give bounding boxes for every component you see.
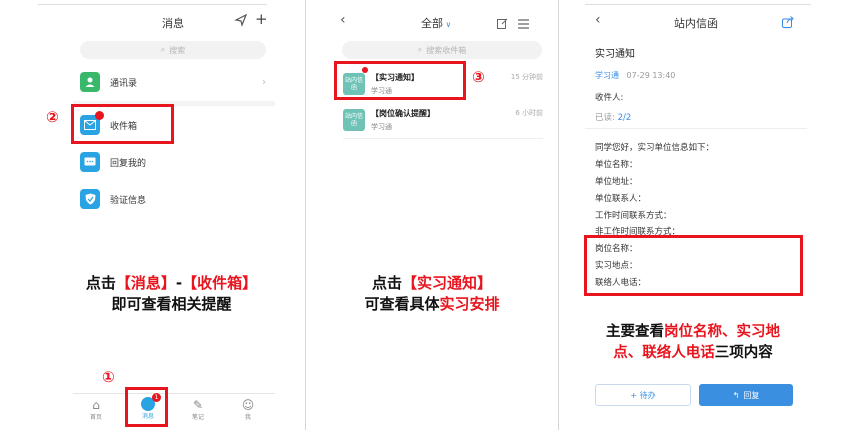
send-icon[interactable] bbox=[234, 12, 248, 31]
person-icon: ☺ bbox=[241, 398, 255, 412]
letter-subject: 实习通知 bbox=[595, 49, 635, 60]
contacts-icon bbox=[80, 72, 100, 92]
body-line: 工作时间联系方式： bbox=[595, 211, 672, 221]
page-title: 站内信函 bbox=[674, 17, 718, 30]
compose-icon[interactable] bbox=[497, 14, 508, 33]
tab-home[interactable]: ⌂ 首页 bbox=[84, 398, 108, 421]
body-line: 单位地址： bbox=[595, 177, 638, 187]
chevron-down-icon: ∨ bbox=[443, 20, 452, 29]
instruction-caption: 主要查看岗位名称、实习地 点、联络人电话三项内容 bbox=[559, 322, 827, 364]
step-marker: ① bbox=[102, 368, 115, 386]
search-placeholder: 搜索收件箱 bbox=[426, 45, 467, 55]
chat-icon bbox=[80, 152, 100, 172]
instruction-caption: 点击【实习通知】 可查看具体实习安排 bbox=[306, 273, 558, 315]
caption-line: 点、联络人电话三项内容 bbox=[613, 345, 773, 361]
home-icon: ⌂ bbox=[92, 398, 100, 412]
read-status[interactable]: 已读: 2/2 bbox=[595, 111, 631, 123]
highlight-box bbox=[71, 104, 174, 144]
highlight-box bbox=[334, 61, 466, 100]
caption-line: 即可查看相关提醒 bbox=[111, 295, 232, 313]
search-icon: ⌕ bbox=[417, 45, 423, 54]
back-icon[interactable]: ‹ bbox=[340, 12, 346, 28]
step-marker: ③ bbox=[472, 68, 485, 86]
message-time: 6 小时前 bbox=[515, 109, 543, 117]
list-item-label: 回复我的 bbox=[110, 158, 147, 169]
tab-notes[interactable]: ✎ 笔记 bbox=[186, 398, 210, 421]
message-sender: 学习通 bbox=[371, 123, 392, 131]
search-icon: ⌕ bbox=[160, 45, 166, 54]
back-icon[interactable]: ‹ bbox=[595, 12, 601, 28]
body-line: 单位名称： bbox=[595, 160, 638, 170]
add-todo-button[interactable]: + 待办 bbox=[595, 384, 691, 406]
caption-line: 主要查看岗位名称、实习地 bbox=[606, 324, 780, 340]
list-divider bbox=[343, 138, 543, 139]
shield-icon bbox=[80, 189, 100, 209]
tab-me[interactable]: ☺ 我 bbox=[236, 398, 260, 421]
list-item-contacts[interactable]: 通讯录 › bbox=[80, 72, 270, 92]
add-icon[interactable]: + bbox=[255, 10, 268, 28]
tabbar-divider bbox=[73, 393, 275, 394]
message-time: 15 分钟前 bbox=[510, 73, 543, 81]
caption-line: 点击【实习通知】 bbox=[371, 274, 493, 292]
step-marker: ② bbox=[46, 108, 59, 126]
list-item-replies[interactable]: 回复我的 bbox=[80, 152, 146, 172]
top-hairline bbox=[38, 4, 267, 5]
body-line: 单位联系人： bbox=[595, 194, 647, 204]
highlight-box bbox=[125, 387, 168, 427]
list-item-verification[interactable]: 验证信息 bbox=[80, 189, 146, 209]
letter-sender[interactable]: 学习通 bbox=[595, 71, 619, 80]
search-input[interactable]: ⌕ 搜索收件箱 bbox=[342, 41, 542, 59]
list-item-label: 验证信息 bbox=[110, 195, 147, 206]
body-line: 同学您好，实习单位信息如下： bbox=[595, 143, 715, 153]
note-icon: ✎ bbox=[192, 398, 204, 412]
top-hairline bbox=[585, 4, 811, 5]
caption-line: 点击【消息】-【收件箱】 bbox=[85, 274, 258, 292]
highlight-box bbox=[584, 235, 803, 296]
page-title: 消息 bbox=[162, 17, 184, 30]
instruction-caption: 点击【消息】-【收件箱】 即可查看相关提醒 bbox=[38, 273, 305, 315]
letter-meta: 学习通 07-29 13:40 bbox=[595, 70, 675, 81]
reply-button[interactable]: ↰ 回复 bbox=[699, 384, 793, 406]
panel-divider bbox=[558, 0, 559, 430]
search-input[interactable]: ⌕ 搜索 bbox=[80, 41, 266, 59]
message-title: 【岗位确认提醒】 bbox=[371, 109, 435, 118]
menu-icon[interactable] bbox=[518, 14, 529, 33]
chevron-right-icon: › bbox=[262, 76, 266, 88]
filter-dropdown[interactable]: 全部 ∨ bbox=[421, 15, 451, 31]
message-tile: 站内信函 bbox=[343, 109, 365, 131]
search-placeholder: 搜索 bbox=[169, 45, 186, 55]
panel-divider bbox=[305, 0, 306, 430]
caption-line: 可查看具体实习安排 bbox=[364, 295, 500, 313]
letter-date: 07-29 13:40 bbox=[626, 71, 676, 80]
reply-icon: ↰ bbox=[732, 390, 740, 400]
recipient-label: 收件人: bbox=[595, 93, 624, 103]
message-row[interactable]: 站内信函 【岗位确认提醒】 学习通 6 小时前 bbox=[343, 105, 543, 135]
share-icon[interactable] bbox=[782, 13, 794, 32]
list-item-label: 通讯录 bbox=[110, 78, 138, 89]
section-divider bbox=[585, 128, 807, 129]
